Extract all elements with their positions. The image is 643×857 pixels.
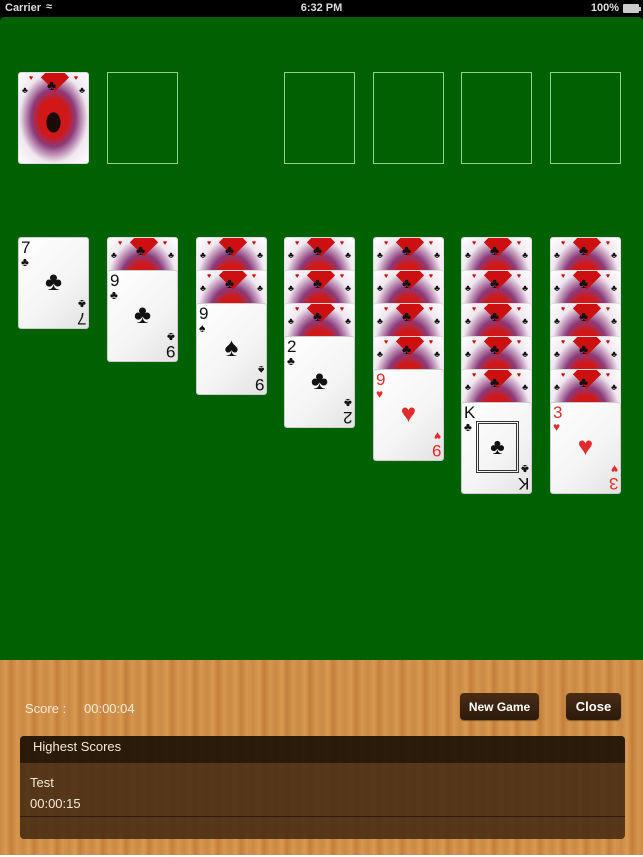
card-9-♣[interactable]: 9 ♣ ♣ ♣ 9 xyxy=(107,270,178,362)
suit-icon: ♣ xyxy=(287,354,295,368)
battery-icon xyxy=(623,4,641,13)
suit-icon: ♥ xyxy=(577,431,594,461)
score-entry[interactable]: Test 00:00:15 xyxy=(30,772,81,814)
card-9-♥[interactable]: 9 ♥ ♥ ♥ 9 xyxy=(373,369,444,461)
suit-icon: ♣ xyxy=(21,255,29,269)
suit-icon: ♣ xyxy=(133,299,152,329)
card-3-♥[interactable]: 3 ♥ ♥ ♥ 3 xyxy=(550,402,621,494)
card-K-♣[interactable]: K ♣ ♣ ♣ K xyxy=(461,402,532,494)
status-bar: Carrier ≈ 6:32 PM 100% xyxy=(0,0,643,17)
foundation-1[interactable] xyxy=(284,72,355,164)
king-art: ♣ xyxy=(476,421,519,473)
suit-icon: ♠ xyxy=(199,321,206,335)
waste-pile[interactable] xyxy=(107,72,178,164)
card-7-♣[interactable]: 7 ♣ ♣ ♣ 7 xyxy=(18,237,89,329)
card-rank: 3 xyxy=(553,403,563,422)
card-rank: 9 xyxy=(165,342,175,361)
suit-icon: ♠ xyxy=(224,332,239,362)
card-rank: K xyxy=(517,474,529,493)
score-value: 00:00:04 xyxy=(84,701,135,716)
card-rank: 9 xyxy=(431,441,441,460)
battery-percent: 100% xyxy=(590,2,619,14)
stock-pile[interactable]: ♥ ♥ ♣ ♣ ♣ xyxy=(18,72,89,164)
highest-scores-title: Highest Scores xyxy=(20,736,625,763)
highest-scores-table: Highest Scores Test 00:00:15 xyxy=(20,736,625,839)
row-divider xyxy=(20,816,625,817)
card-9-♠[interactable]: 9 ♠ ♠ ♠ 9 xyxy=(196,303,267,395)
clock: 6:32 PM xyxy=(300,2,343,14)
foundation-2[interactable] xyxy=(373,72,444,164)
card-rank: K xyxy=(464,403,476,422)
score-panel: Score : 00:00:04 New Game Close Highest … xyxy=(0,660,643,857)
new-game-button[interactable]: New Game xyxy=(460,693,539,720)
suit-icon: ♣ xyxy=(464,420,472,434)
score-entry-time: 00:00:15 xyxy=(30,796,81,811)
card-rank: 9 xyxy=(254,375,264,394)
score-entry-name: Test xyxy=(30,775,54,790)
suit-icon: ♥ xyxy=(553,420,561,434)
foundation-4[interactable] xyxy=(550,72,621,164)
suit-icon: ♥ xyxy=(376,387,384,401)
foundation-3[interactable] xyxy=(461,72,532,164)
score-label: Score : xyxy=(25,701,67,716)
suit-icon: ♥ xyxy=(400,398,417,428)
card-rank: 9 xyxy=(376,370,386,389)
suit-icon: ♣ xyxy=(44,266,63,296)
card-2-♣[interactable]: 2 ♣ ♣ ♣ 2 xyxy=(284,336,355,428)
suit-icon: ♣ xyxy=(110,288,118,302)
suit-icon: ♣ xyxy=(310,365,329,395)
card-rank: 2 xyxy=(287,337,297,356)
close-button[interactable]: Close xyxy=(566,693,621,720)
card-rank: 9 xyxy=(110,271,120,290)
card-rank: 7 xyxy=(21,238,31,257)
game-table: ♥ ♥ ♣ ♣ ♣ 7 ♣ ♣ ♣ 7 ♥ ♥ ♣ ♣ ♣ 9 ♣ ♣ ♣ 9 ♥ ♥ ♣ ♣ ♣ ♥ ♥ ♣ ♣ ♣ 9 ♠ ♠ ♠ 9 ♥ ♥ ♣ ♣ ♣… xyxy=(0,17,643,660)
card-rank: 9 xyxy=(199,304,209,323)
card-rank: 7 xyxy=(76,309,86,328)
card-rank: 2 xyxy=(342,408,352,427)
card-rank: 3 xyxy=(608,474,618,493)
